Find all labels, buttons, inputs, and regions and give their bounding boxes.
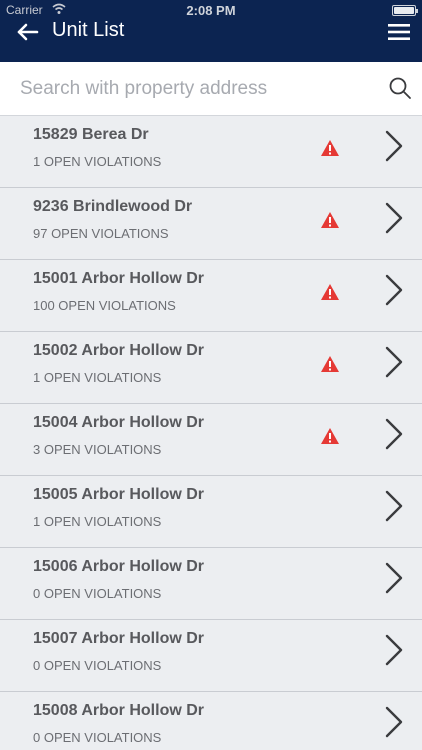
- battery-fill: [394, 7, 414, 14]
- chevron-right-icon: [385, 274, 403, 306]
- search-bar: [0, 62, 422, 116]
- unit-list-item[interactable]: 15005 Arbor Hollow Dr 1 OPEN VIOLATIONS: [0, 476, 422, 548]
- hamburger-menu-icon[interactable]: [386, 20, 412, 44]
- open-violations-count: 0 OPEN VIOLATIONS: [33, 730, 162, 745]
- unit-address: 15007 Arbor Hollow Dr: [33, 630, 205, 647]
- unit-address: 15006 Arbor Hollow Dr: [33, 558, 205, 575]
- status-bar: Carrier 2:08 PM: [0, 0, 422, 20]
- search-icon[interactable]: [388, 76, 412, 100]
- unit-address: 15829 Berea Dr: [33, 126, 149, 143]
- chevron-right-icon: [385, 562, 403, 594]
- chevron-right-icon: [385, 418, 403, 450]
- unit-list: 15829 Berea Dr 1 OPEN VIOLATIONS 9236 Br…: [0, 116, 422, 750]
- open-violations-count: 1 OPEN VIOLATIONS: [33, 370, 162, 385]
- search-input[interactable]: [0, 62, 380, 115]
- unit-address: 9236 Brindlewood Dr: [33, 198, 193, 215]
- status-time: 2:08 PM: [186, 3, 236, 18]
- open-violations-count: 0 OPEN VIOLATIONS: [33, 586, 162, 601]
- page-title: Unit List: [52, 19, 125, 41]
- open-violations-count: 3 OPEN VIOLATIONS: [33, 442, 162, 457]
- warning-icon: [321, 140, 339, 156]
- unit-address: 15002 Arbor Hollow Dr: [33, 342, 205, 359]
- unit-list-item[interactable]: 9236 Brindlewood Dr 97 OPEN VIOLATIONS: [0, 188, 422, 260]
- open-violations-count: 0 OPEN VIOLATIONS: [33, 658, 162, 673]
- chevron-right-icon: [385, 346, 403, 378]
- arrow-left-icon[interactable]: [14, 20, 42, 44]
- unit-list-item[interactable]: 15007 Arbor Hollow Dr 0 OPEN VIOLATIONS: [0, 620, 422, 692]
- unit-address: 15001 Arbor Hollow Dr: [33, 270, 205, 287]
- unit-address: 15004 Arbor Hollow Dr: [33, 414, 205, 431]
- warning-icon: [321, 212, 339, 228]
- open-violations-count: 1 OPEN VIOLATIONS: [33, 514, 162, 529]
- open-violations-count: 1 OPEN VIOLATIONS: [33, 154, 162, 169]
- unit-list-item[interactable]: 15002 Arbor Hollow Dr 1 OPEN VIOLATIONS: [0, 332, 422, 404]
- unit-list-item[interactable]: 15006 Arbor Hollow Dr 0 OPEN VIOLATIONS: [0, 548, 422, 620]
- warning-icon: [321, 284, 339, 300]
- chevron-right-icon: [385, 130, 403, 162]
- unit-list-item[interactable]: 15004 Arbor Hollow Dr 3 OPEN VIOLATIONS: [0, 404, 422, 476]
- app-header: Carrier 2:08 PM Unit List: [0, 0, 422, 62]
- battery-icon: [392, 5, 418, 16]
- unit-list-item[interactable]: 15008 Arbor Hollow Dr 0 OPEN VIOLATIONS: [0, 692, 422, 750]
- unit-address: 15005 Arbor Hollow Dr: [33, 486, 205, 503]
- warning-icon: [321, 356, 339, 372]
- open-violations-count: 100 OPEN VIOLATIONS: [33, 298, 176, 313]
- chevron-right-icon: [385, 634, 403, 666]
- unit-address: 15008 Arbor Hollow Dr: [33, 702, 205, 719]
- unit-list-item[interactable]: 15829 Berea Dr 1 OPEN VIOLATIONS: [0, 116, 422, 188]
- chevron-right-icon: [385, 490, 403, 522]
- open-violations-count: 97 OPEN VIOLATIONS: [33, 226, 169, 241]
- unit-list-item[interactable]: 15001 Arbor Hollow Dr 100 OPEN VIOLATION…: [0, 260, 422, 332]
- warning-icon: [321, 428, 339, 444]
- chevron-right-icon: [385, 202, 403, 234]
- chevron-right-icon: [385, 706, 403, 738]
